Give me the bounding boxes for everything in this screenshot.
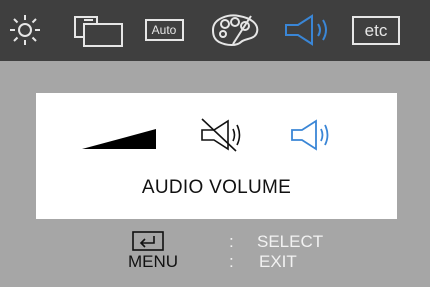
speaker-icon[interactable] — [288, 117, 346, 153]
volume-ramp-icon[interactable] — [82, 127, 158, 153]
key-help: : SELECT MENU : EXIT — [0, 231, 430, 287]
tab-auto[interactable]: Auto — [142, 6, 186, 54]
screens-icon — [74, 16, 123, 47]
etc-icon: etc — [352, 15, 400, 45]
sun-icon — [10, 15, 40, 45]
palette-icon — [211, 14, 259, 46]
enter-action-label: SELECT — [257, 232, 324, 251]
tab-auto-label: Auto — [151, 23, 177, 37]
tab-color[interactable] — [206, 6, 264, 54]
auto-icon: Auto — [144, 19, 184, 41]
panel-title: AUDIO VOLUME — [141, 177, 292, 198]
mute-speaker-icon[interactable] — [196, 115, 256, 155]
separator-1: : — [229, 232, 234, 251]
separator-2: : — [229, 252, 234, 271]
tab-etc-label: etc — [364, 20, 388, 40]
audio-volume-panel: AUDIO VOLUME — [36, 93, 397, 219]
enter-key-icon — [132, 231, 164, 251]
tab-etc[interactable]: etc — [350, 6, 402, 54]
speaker-icon — [285, 14, 327, 46]
menu-action-label: EXIT — [259, 252, 297, 271]
tab-brightness[interactable] — [6, 6, 44, 54]
tab-geometry[interactable] — [70, 6, 128, 54]
tab-audio[interactable] — [282, 6, 338, 54]
menu-tab-bar: Auto etc — [0, 0, 430, 61]
menu-key-label: MENU — [128, 252, 179, 271]
